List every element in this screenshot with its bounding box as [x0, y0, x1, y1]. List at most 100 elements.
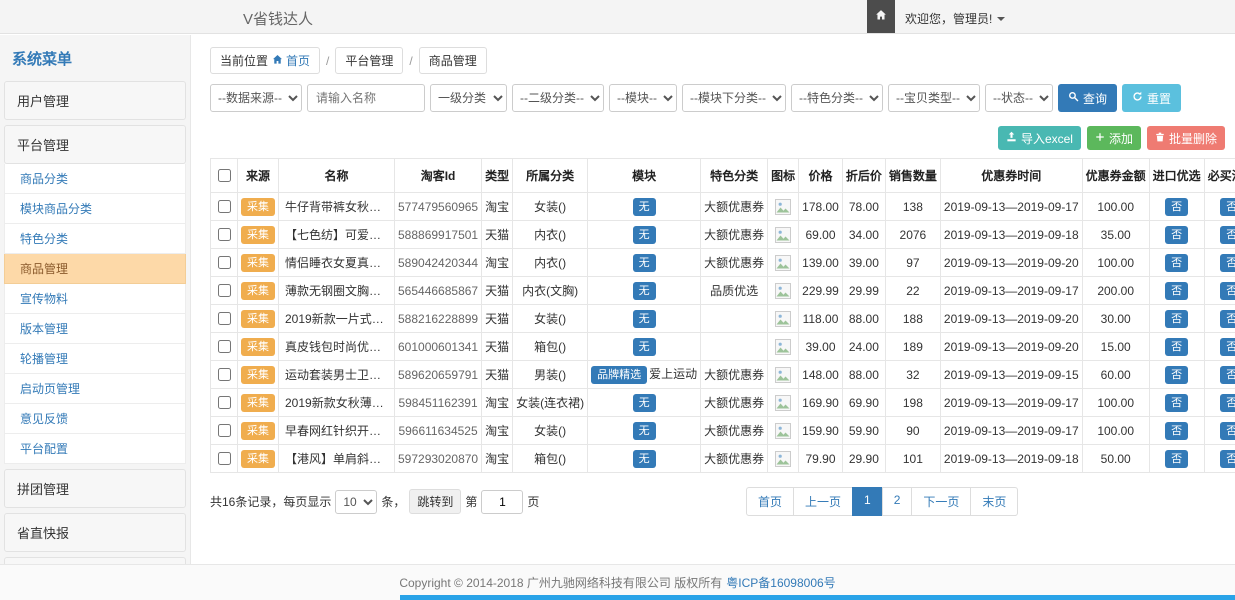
sidebar-item[interactable]: 模块商品分类	[4, 194, 186, 224]
price: 178.00	[799, 193, 843, 221]
reset-button[interactable]: 重置	[1122, 84, 1181, 112]
jump-button[interactable]: 跳转到	[409, 489, 461, 514]
row-checkbox[interactable]	[218, 424, 231, 437]
breadcrumb-home-link[interactable]: 首页	[272, 52, 310, 69]
row-checkbox[interactable]	[218, 368, 231, 381]
sidebar-item[interactable]: 商品管理	[4, 254, 186, 284]
module-badge[interactable]: 无	[633, 282, 656, 300]
module-badge[interactable]: 无	[633, 226, 656, 244]
page-button[interactable]: 下一页	[911, 487, 971, 516]
import-optimal-toggle[interactable]: 否	[1165, 366, 1188, 384]
page-number-input[interactable]	[481, 490, 523, 514]
home-button[interactable]	[867, 0, 895, 33]
module-badge[interactable]: 无	[633, 254, 656, 272]
add-button[interactable]: 添加	[1087, 126, 1141, 150]
sidebar-item[interactable]: 启动页管理	[4, 374, 186, 404]
filter-select[interactable]: --状态--	[985, 84, 1053, 112]
must-buy-toggle[interactable]: 否	[1220, 254, 1235, 272]
import-optimal-toggle[interactable]: 否	[1165, 198, 1188, 216]
row-checkbox[interactable]	[218, 256, 231, 269]
page-button[interactable]: 1	[852, 487, 883, 516]
column-header: 图标	[768, 159, 799, 193]
import-optimal-toggle[interactable]: 否	[1165, 282, 1188, 300]
sidebar-item[interactable]: 特色分类	[4, 224, 186, 254]
module-badge[interactable]: 无	[633, 198, 656, 216]
icp-link[interactable]: 粤ICP备16098006号	[726, 574, 835, 591]
price: 69.00	[799, 221, 843, 249]
must-buy-toggle[interactable]: 否	[1220, 338, 1235, 356]
import-icon	[1006, 131, 1017, 145]
must-buy-toggle[interactable]: 否	[1220, 394, 1235, 412]
breadcrumb-item-platform[interactable]: 平台管理	[335, 47, 403, 74]
must-buy-toggle[interactable]: 否	[1220, 198, 1235, 216]
page-button[interactable]: 首页	[746, 487, 794, 516]
product-type: 淘宝	[482, 249, 513, 277]
module-badge[interactable]: 无	[633, 422, 656, 440]
must-buy-toggle[interactable]: 否	[1220, 226, 1235, 244]
filter-select[interactable]: --模块--	[609, 84, 677, 112]
product-name: 牛仔背带裤女秋装减龄...	[279, 193, 395, 221]
product-type: 天猫	[482, 277, 513, 305]
product-category: 内衣(文胸)	[513, 277, 588, 305]
import-optimal-toggle[interactable]: 否	[1165, 394, 1188, 412]
import-optimal-toggle[interactable]: 否	[1165, 422, 1188, 440]
sidebar-item[interactable]: 商品分类	[4, 164, 186, 194]
import-optimal-toggle[interactable]: 否	[1165, 338, 1188, 356]
filter-select[interactable]: --特色分类--	[791, 84, 883, 112]
sidebar-item[interactable]: 版本管理	[4, 314, 186, 344]
product-category: 箱包()	[513, 333, 588, 361]
page-button[interactable]: 上一页	[793, 487, 853, 516]
row-checkbox[interactable]	[218, 396, 231, 409]
row-checkbox[interactable]	[218, 228, 231, 241]
import-excel-button[interactable]: 导入excel	[998, 126, 1081, 150]
module-badge[interactable]: 无	[633, 310, 656, 328]
must-buy-toggle[interactable]: 否	[1220, 310, 1235, 328]
page-button[interactable]: 2	[882, 487, 913, 516]
per-page-select[interactable]: 10	[335, 490, 377, 514]
must-buy-toggle[interactable]: 否	[1220, 450, 1235, 468]
row-checkbox[interactable]	[218, 284, 231, 297]
filter-select[interactable]: --模块下分类--	[682, 84, 786, 112]
import-optimal-toggle[interactable]: 否	[1165, 226, 1188, 244]
coupon-time: 2019-09-13—2019-09-17	[940, 417, 1082, 445]
select-all-checkbox[interactable]	[218, 169, 231, 182]
filter-select[interactable]: 一级分类	[430, 84, 507, 112]
page-button[interactable]: 末页	[970, 487, 1018, 516]
sidebar-item[interactable]: 拼团管理	[4, 469, 186, 508]
sidebar-item[interactable]: 省直快报	[4, 513, 186, 552]
module-badge[interactable]: 无	[633, 338, 656, 356]
row-checkbox[interactable]	[218, 452, 231, 465]
filter-select[interactable]: --宝贝类型--	[888, 84, 980, 112]
row-checkbox[interactable]	[218, 340, 231, 353]
batch-delete-button[interactable]: 批量删除	[1147, 126, 1225, 150]
import-optimal-toggle[interactable]: 否	[1165, 450, 1188, 468]
filter-select[interactable]: --二级分类--	[512, 84, 604, 112]
import-optimal-toggle[interactable]: 否	[1165, 310, 1188, 328]
sidebar-item[interactable]: 消息管理	[4, 557, 186, 564]
module-badge[interactable]: 无	[633, 394, 656, 412]
module-badge[interactable]: 品牌精选	[591, 366, 647, 384]
sidebar-item[interactable]: 平台配置	[4, 434, 186, 464]
sidebar-item[interactable]: 用户管理	[4, 81, 186, 120]
data-source-select[interactable]: --数据来源--	[210, 84, 302, 112]
sidebar-item[interactable]: 平台管理	[4, 125, 186, 164]
column-header: 优惠券金额	[1082, 159, 1149, 193]
sales-count: 188	[885, 305, 940, 333]
search-icon	[1068, 91, 1079, 105]
plus-icon	[1095, 131, 1105, 145]
query-button[interactable]: 查询	[1058, 84, 1117, 112]
feature-category	[701, 305, 768, 333]
must-buy-toggle[interactable]: 否	[1220, 282, 1235, 300]
row-checkbox[interactable]	[218, 312, 231, 325]
name-search-input[interactable]	[307, 84, 425, 112]
must-buy-toggle[interactable]: 否	[1220, 366, 1235, 384]
module-badge[interactable]: 无	[633, 450, 656, 468]
sidebar-item[interactable]: 意见反馈	[4, 404, 186, 434]
sidebar-item[interactable]: 宣传物料	[4, 284, 186, 314]
taoke-id: 588869917501	[395, 221, 482, 249]
sidebar-item[interactable]: 轮播管理	[4, 344, 186, 374]
must-buy-toggle[interactable]: 否	[1220, 422, 1235, 440]
user-menu[interactable]: 欢迎您，管理员!	[905, 10, 1005, 27]
import-optimal-toggle[interactable]: 否	[1165, 254, 1188, 272]
row-checkbox[interactable]	[218, 200, 231, 213]
